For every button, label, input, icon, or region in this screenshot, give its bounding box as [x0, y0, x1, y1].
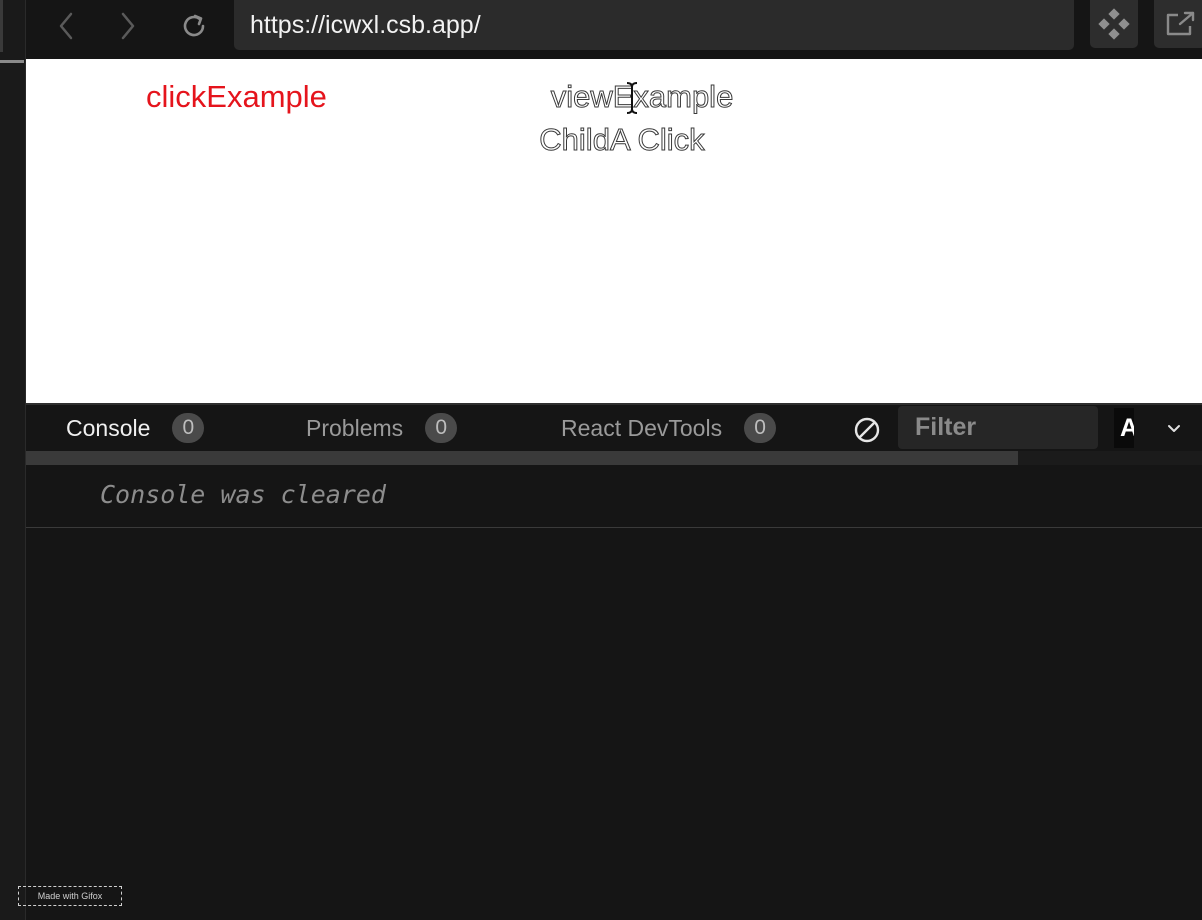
filter-field[interactable] [898, 406, 1098, 449]
open-external-icon [1166, 11, 1195, 36]
child-a-click-text[interactable]: ChildA Click [531, 122, 713, 158]
browser-preview-window: clickExample viewExample ChildA Click Co… [0, 0, 1202, 920]
refresh-button[interactable] [172, 8, 216, 44]
scrollbar-thumb[interactable] [26, 451, 1018, 465]
tab-label: Console [66, 414, 151, 441]
refresh-icon [183, 14, 205, 37]
clear-console-icon [854, 417, 880, 443]
chevron-left-icon [59, 12, 73, 40]
tab-count-badge: 0 [425, 413, 458, 443]
tab-label: React DevTools [561, 414, 723, 441]
codesandbox-icon [1098, 8, 1130, 40]
tab-problems[interactable]: Problems 0 [306, 405, 458, 451]
url-input[interactable] [250, 10, 1074, 40]
filter-input[interactable] [915, 413, 1098, 442]
console-row-divider [26, 527, 1202, 528]
log-level-select[interactable]: A [1114, 408, 1134, 448]
open-new-window-button[interactable] [1154, 0, 1202, 48]
devtools-tab-bar: Console 0 Problems 0 React DevTools 0 A [26, 405, 1202, 451]
back-button[interactable] [44, 8, 88, 44]
sidebar-active-marker [0, 60, 24, 63]
watermark-badge: Made with Gifox [18, 886, 122, 906]
text-cursor-icon [626, 82, 638, 114]
clear-console-button[interactable] [852, 415, 882, 445]
left-sidebar-strip [0, 0, 26, 920]
preview-pane: clickExample viewExample ChildA Click [26, 59, 1202, 403]
horizontal-scrollbar[interactable] [26, 451, 1202, 465]
console-message: Console was cleared [100, 480, 386, 509]
sidebar-tick [0, 0, 3, 52]
devtools-options-button[interactable] [1166, 421, 1182, 437]
address-bar[interactable] [234, 0, 1074, 50]
tab-label: Problems [306, 414, 404, 441]
forward-button[interactable] [106, 8, 150, 44]
chevron-down-icon [1168, 425, 1180, 432]
browser-toolbar [26, 0, 1202, 58]
tab-console[interactable]: Console 0 [66, 405, 205, 451]
codesandbox-button[interactable] [1090, 0, 1138, 48]
tab-count-badge: 0 [172, 413, 205, 443]
log-level-label: A [1120, 413, 1134, 442]
view-example-text: viewExample [550, 79, 734, 115]
tab-react-devtools[interactable]: React DevTools 0 [561, 405, 777, 451]
chevron-right-icon [121, 12, 135, 40]
click-example-text[interactable]: clickExample [146, 79, 327, 115]
tab-count-badge: 0 [744, 413, 777, 443]
